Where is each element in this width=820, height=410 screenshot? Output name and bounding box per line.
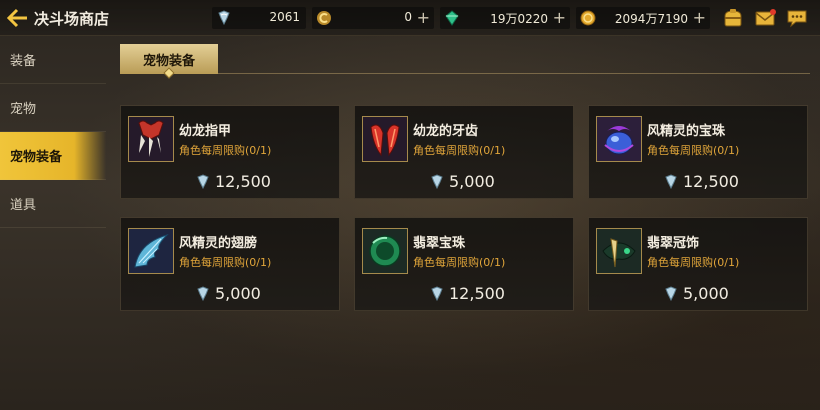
pvp-token-icon xyxy=(197,286,209,302)
shop-item-card[interactable]: 风精灵的宝珠 角色每周限购(0/1) 12,500 xyxy=(588,105,808,199)
item-price: 12,500 xyxy=(121,172,341,192)
sidebar-item-label: 宠物 xyxy=(10,102,37,117)
item-price: 12,500 xyxy=(589,172,809,192)
dragon-claw-icon xyxy=(138,120,164,157)
item-purchase-limit: 角色每周限购(0/1) xyxy=(179,144,272,157)
item-thumbnail xyxy=(362,116,408,162)
mail-icon[interactable] xyxy=(754,7,776,29)
item-price: 5,000 xyxy=(355,172,575,192)
green-crystal-icon xyxy=(445,10,459,26)
pvp-token-icon xyxy=(431,174,443,190)
item-purchase-limit: 角色每周限购(0/1) xyxy=(413,256,506,269)
wind-spirit-orb-icon xyxy=(604,126,634,155)
sidebar-item-label: 道具 xyxy=(10,198,37,213)
item-purchase-limit: 角色每周限购(0/1) xyxy=(413,144,506,157)
pvp-token-icon xyxy=(665,286,677,302)
wind-spirit-wing-icon xyxy=(134,233,169,268)
pvp-token-icon xyxy=(431,286,443,302)
item-thumbnail xyxy=(596,228,642,274)
shop-item-card[interactable]: 幼龙指甲 角色每周限购(0/1) 12,500 xyxy=(120,105,340,199)
shop-item-card[interactable]: 幼龙的牙齿 角色每周限购(0/1) 5,000 xyxy=(354,105,574,199)
back-arrow-icon xyxy=(7,8,27,28)
currency-value: 2094万7190 xyxy=(614,12,688,26)
sub-tab-bar: 宠物装备 xyxy=(120,44,810,79)
item-price: 12,500 xyxy=(355,284,575,304)
top-bar: 决斗场商店 2061 0 + 19万0220 + 2094万7190 + xyxy=(0,0,820,36)
price-value: 12,500 xyxy=(683,172,739,191)
pvp-token-icon xyxy=(218,10,230,26)
currency-green-crystal: 19万0220 + xyxy=(440,7,570,29)
chat-icon[interactable] xyxy=(786,7,808,29)
sidebar-item-label: 宠物装备 xyxy=(10,150,63,165)
currency-trophy-token: 2061 xyxy=(212,7,306,29)
emerald-crown-icon xyxy=(602,238,636,268)
currency-gold-c: 0 + xyxy=(312,7,434,29)
tab-divider xyxy=(218,73,810,74)
bag-icon[interactable] xyxy=(722,7,744,29)
shop-item-card[interactable]: 翡翠冠饰 角色每周限购(0/1) 5,000 xyxy=(588,217,808,311)
page-title: 决斗场商店 xyxy=(34,10,110,28)
dragon-teeth-icon xyxy=(370,124,400,157)
sidebar-item-label: 装备 xyxy=(10,54,37,69)
currency-value: 19万0220 xyxy=(490,12,548,26)
currency-value: 2061 xyxy=(269,10,300,24)
price-value: 5,000 xyxy=(449,172,495,191)
sidebar-item-items[interactable]: 道具 xyxy=(0,180,106,228)
item-name: 幼龙指甲 xyxy=(179,124,232,139)
item-name: 幼龙的牙齿 xyxy=(413,124,479,139)
price-value: 5,000 xyxy=(215,284,261,303)
price-value: 12,500 xyxy=(215,172,271,191)
shop-item-card[interactable]: 翡翠宝珠 角色每周限购(0/1) 12,500 xyxy=(354,217,574,311)
item-name: 翡翠冠饰 xyxy=(647,236,700,251)
item-purchase-limit: 角色每周限购(0/1) xyxy=(179,256,272,269)
item-thumbnail xyxy=(128,116,174,162)
item-price: 5,000 xyxy=(121,284,341,304)
sidebar-item-pet[interactable]: 宠物 xyxy=(0,84,106,132)
currency-gold-coin: 2094万7190 + xyxy=(576,7,710,29)
shop-item-card[interactable]: 风精灵的翅膀 角色每周限购(0/1) 5,000 xyxy=(120,217,340,311)
item-name: 翡翠宝珠 xyxy=(413,236,466,251)
add-currency-button[interactable]: + xyxy=(417,8,430,28)
item-name: 风精灵的宝珠 xyxy=(647,124,726,139)
currency-value: 0 xyxy=(404,10,412,24)
sidebar-item-equipment[interactable]: 装备 xyxy=(0,36,106,84)
item-name: 风精灵的翅膀 xyxy=(179,236,258,251)
category-sidebar: 装备 宠物 宠物装备 道具 xyxy=(0,36,106,410)
price-value: 5,000 xyxy=(683,284,729,303)
emerald-orb-icon xyxy=(369,235,401,267)
back-button[interactable] xyxy=(6,6,30,30)
pvp-token-icon xyxy=(197,174,209,190)
add-currency-button[interactable]: + xyxy=(693,8,706,28)
sidebar-item-pet-equipment[interactable]: 宠物装备 xyxy=(0,132,106,180)
price-value: 12,500 xyxy=(449,284,505,303)
coin-c-icon xyxy=(317,11,331,25)
item-thumbnail xyxy=(362,228,408,274)
item-purchase-limit: 角色每周限购(0/1) xyxy=(647,144,740,157)
item-price: 5,000 xyxy=(589,284,809,304)
gold-coin-icon xyxy=(580,10,596,26)
add-currency-button[interactable]: + xyxy=(553,8,566,28)
item-thumbnail xyxy=(128,228,174,274)
item-purchase-limit: 角色每周限购(0/1) xyxy=(647,256,740,269)
item-thumbnail xyxy=(596,116,642,162)
pvp-token-icon xyxy=(665,174,677,190)
